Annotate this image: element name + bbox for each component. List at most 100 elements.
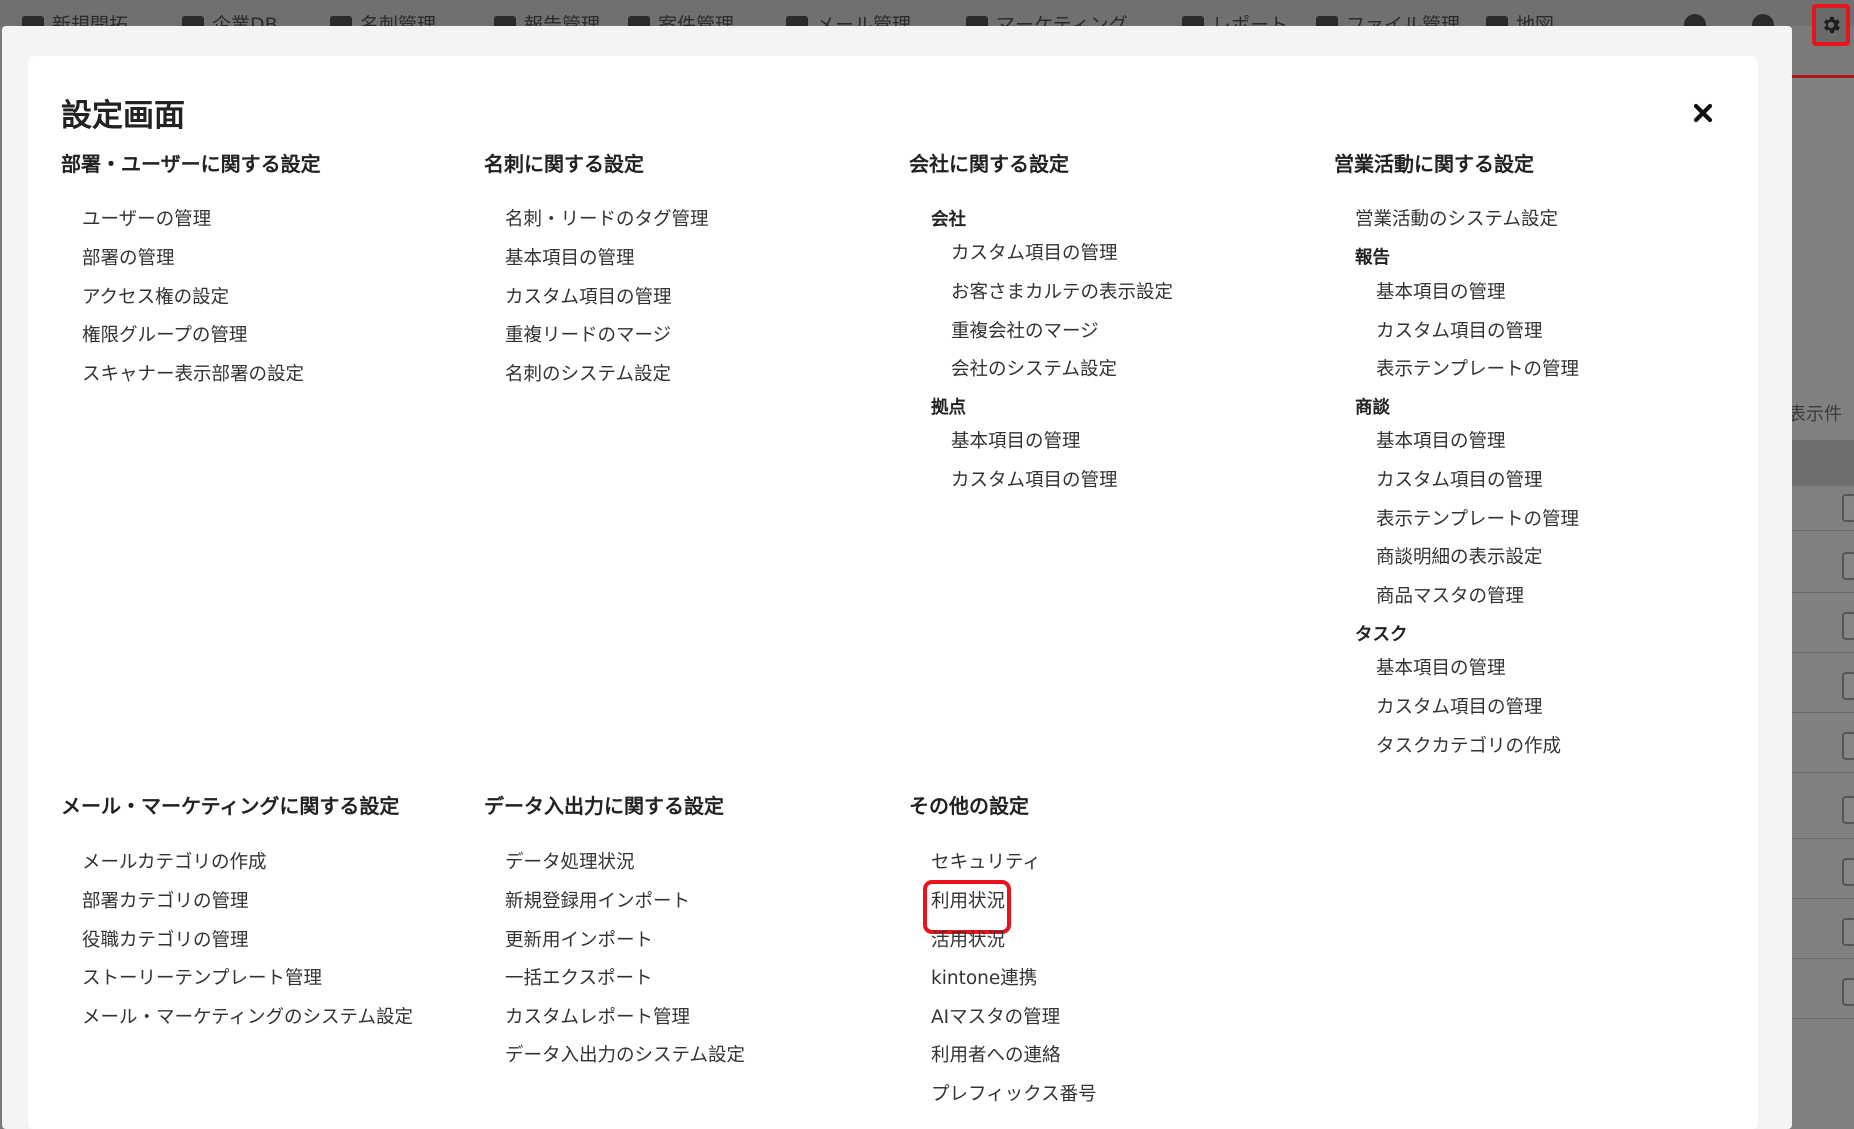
section-title: データ入出力に関する設定 <box>484 794 724 818</box>
link-tag-management[interactable]: 名刺・リードのタグ管理 <box>505 208 709 232</box>
link-task-category[interactable]: タスクカテゴリの作成 <box>1376 735 1561 759</box>
link-deal-detail-display[interactable]: 商談明細の表示設定 <box>1376 546 1543 570</box>
nav-company-db[interactable]: 企業DB <box>182 10 278 26</box>
section-title: 営業活動に関する設定 <box>1334 152 1534 176</box>
link-basic-fields[interactable]: 基本項目の管理 <box>505 247 635 271</box>
link-dept-category[interactable]: 部署カテゴリの管理 <box>82 890 249 914</box>
background-checkbox <box>1842 732 1854 760</box>
nav-marketing[interactable]: マーケティング <box>966 10 1127 26</box>
link-dept-management[interactable]: 部署の管理 <box>82 247 175 271</box>
background-row-divider <box>1792 838 1854 839</box>
background-checkbox <box>1842 672 1854 700</box>
link-kintone-integration[interactable]: kintone連携 <box>931 967 1037 991</box>
link-deal-custom-fields[interactable]: カスタム項目の管理 <box>1376 469 1543 493</box>
map-icon <box>1486 16 1508 26</box>
link-report-templates[interactable]: 表示テンプレートの管理 <box>1376 358 1579 382</box>
handshake-icon <box>628 16 650 26</box>
section-title: 部署・ユーザーに関する設定 <box>61 152 321 176</box>
background-row-divider <box>1792 592 1854 593</box>
link-report-basic-fields[interactable]: 基本項目の管理 <box>1376 281 1506 305</box>
link-permission-group[interactable]: 権限グループの管理 <box>82 324 247 348</box>
link-data-io-system-settings[interactable]: データ入出力のシステム設定 <box>505 1044 745 1068</box>
help-icon[interactable] <box>1684 14 1706 26</box>
mail-icon <box>786 16 808 26</box>
subheading-task: タスク <box>1355 625 1408 645</box>
card-icon <box>330 16 352 26</box>
nav-reports[interactable]: 報告管理 <box>494 10 600 26</box>
link-custom-report[interactable]: カスタムレポート管理 <box>505 1006 690 1030</box>
background-checkbox <box>1842 796 1854 824</box>
prospecting-icon <box>22 16 44 26</box>
link-task-custom-fields[interactable]: カスタム項目の管理 <box>1376 696 1543 720</box>
subheading-branch: 拠点 <box>931 398 966 418</box>
background-checkbox <box>1842 978 1854 1006</box>
background-checkbox <box>1842 858 1854 886</box>
section-sales: 営業活動に関する設定 営業活動のシステム設定 報告 基本項目の管理 カスタム項目… <box>1334 150 1579 757</box>
gear-icon <box>1824 16 1840 34</box>
section-company: 会社に関する設定 会社 カスタム項目の管理 お客さまカルテの表示設定 重複会社の… <box>909 150 1173 491</box>
close-icon <box>1693 103 1713 123</box>
nav-business-card[interactable]: 名刺管理 <box>330 10 436 26</box>
link-task-basic-fields[interactable]: 基本項目の管理 <box>1376 657 1506 681</box>
background-row-divider <box>1792 1018 1854 1019</box>
section-title: その他の設定 <box>909 794 1029 818</box>
link-contact-users[interactable]: 利用者への連絡 <box>931 1044 1061 1068</box>
link-bulk-export[interactable]: 一括エクスポート <box>505 967 652 991</box>
link-company-system-settings[interactable]: 会社のシステム設定 <box>951 358 1117 382</box>
link-mail-system-settings[interactable]: メール・マーケティングのシステム設定 <box>82 1006 413 1030</box>
folder-icon <box>1316 16 1338 26</box>
link-utilization-status[interactable]: 活用状況 <box>931 929 1005 953</box>
link-data-processing-status[interactable]: データ処理状況 <box>505 851 635 875</box>
link-deal-basic-fields[interactable]: 基本項目の管理 <box>1376 430 1506 454</box>
section-title: 名刺に関する設定 <box>484 152 644 176</box>
background-row-divider <box>1792 652 1854 653</box>
nav-mail[interactable]: メール管理 <box>786 10 911 26</box>
nav-report-view[interactable]: レポート <box>1182 10 1288 26</box>
link-prefix-number[interactable]: プレフィックス番号 <box>931 1083 1097 1107</box>
link-sales-system-settings[interactable]: 営業活動のシステム設定 <box>1355 208 1558 232</box>
settings-gear-button[interactable] <box>1812 4 1850 46</box>
link-deal-templates[interactable]: 表示テンプレートの管理 <box>1376 508 1579 532</box>
background-row-divider <box>1792 898 1854 899</box>
section-title: メール・マーケティングに関する設定 <box>61 794 400 818</box>
top-navigation-bar: 新規開拓 企業DB 名刺管理 報告管理 案件管理 メール管理 マーケティング レ… <box>0 0 1854 26</box>
link-user-management[interactable]: ユーザーの管理 <box>82 208 211 232</box>
background-display-count-label: 表示件 <box>1788 404 1842 425</box>
link-custom-fields[interactable]: カスタム項目の管理 <box>505 286 672 310</box>
database-icon <box>182 16 204 26</box>
nav-map[interactable]: 地図 <box>1486 10 1554 26</box>
link-access-settings[interactable]: アクセス権の設定 <box>82 286 229 310</box>
notification-bell-icon[interactable] <box>1752 14 1774 26</box>
close-button[interactable] <box>1688 98 1718 128</box>
report-icon <box>494 16 516 26</box>
background-row-divider <box>1792 958 1854 959</box>
background-row-divider <box>1792 530 1854 531</box>
link-product-master[interactable]: 商品マスタの管理 <box>1376 585 1524 609</box>
link-update-import[interactable]: 更新用インポート <box>505 929 653 953</box>
nav-new-prospecting[interactable]: 新規開拓 <box>22 10 128 26</box>
link-ai-master[interactable]: AIマスタの管理 <box>931 1006 1060 1030</box>
background-checkbox <box>1842 552 1854 580</box>
link-report-custom-fields[interactable]: カスタム項目の管理 <box>1376 320 1543 344</box>
link-merge-companies[interactable]: 重複会社のマージ <box>951 320 1099 344</box>
link-merge-leads[interactable]: 重複リードのマージ <box>505 324 671 348</box>
link-story-template[interactable]: ストーリーテンプレート管理 <box>82 967 322 991</box>
link-customer-chart-display[interactable]: お客さまカルテの表示設定 <box>951 281 1173 305</box>
nav-deals[interactable]: 案件管理 <box>628 10 734 26</box>
nav-files[interactable]: ファイル管理 <box>1316 10 1460 26</box>
section-data-io: データ入出力に関する設定 データ処理状況 新規登録用インポート 更新用インポート… <box>484 792 745 1066</box>
link-branch-custom-fields[interactable]: カスタム項目の管理 <box>951 469 1118 493</box>
link-new-import[interactable]: 新規登録用インポート <box>505 890 690 914</box>
link-usage-status[interactable]: 利用状況 <box>931 890 1005 914</box>
section-mail-marketing: メール・マーケティングに関する設定 メールカテゴリの作成 部署カテゴリの管理 役… <box>61 792 413 1028</box>
link-position-category[interactable]: 役職カテゴリの管理 <box>82 929 249 953</box>
link-security[interactable]: セキュリティ <box>931 851 1041 875</box>
background-table-header <box>1792 440 1854 486</box>
link-card-system-settings[interactable]: 名刺のシステム設定 <box>505 363 671 387</box>
subheading-report: 報告 <box>1355 248 1390 268</box>
link-company-custom-fields[interactable]: カスタム項目の管理 <box>951 242 1118 266</box>
link-branch-basic-fields[interactable]: 基本項目の管理 <box>951 430 1081 454</box>
modal-title: 設定画面 <box>61 98 185 134</box>
link-scanner-dept[interactable]: スキャナー表示部署の設定 <box>82 363 304 387</box>
link-mail-category[interactable]: メールカテゴリの作成 <box>82 851 266 875</box>
